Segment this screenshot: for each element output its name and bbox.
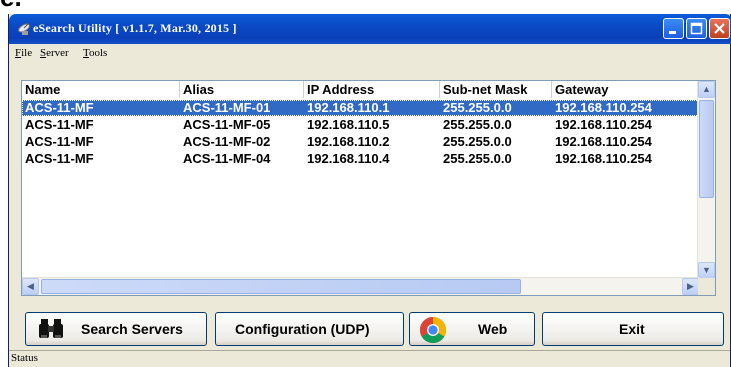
cell-name: ACS-11-MF [25, 100, 94, 115]
list-header: Name Alias IP Address Sub-net Mask Gatew… [22, 81, 699, 98]
menu-server[interactable]: Server [40, 47, 69, 59]
search-servers-label: Search Servers [81, 321, 183, 337]
chevron-down-icon: ▼ [702, 265, 711, 275]
cell-subnet-mask: 255.255.0.0 [443, 134, 512, 149]
column-header-alias[interactable]: Alias [180, 81, 304, 98]
scroll-down-button[interactable]: ▼ [698, 262, 715, 279]
vertical-scroll-thumb[interactable] [699, 100, 714, 198]
exit-button[interactable]: Exit [542, 312, 724, 346]
chevron-right-icon: ▶ [687, 281, 694, 291]
cell-name: ACS-11-MF [25, 151, 94, 166]
cropped-heading-fragment: e. [0, 0, 22, 10]
cell-ip-address: 192.168.110.1 [307, 100, 390, 115]
column-header-ip-address[interactable]: IP Address [304, 81, 440, 98]
menu-bar: File Server Tools [9, 44, 730, 64]
configuration-udp-button[interactable]: Configuration (UDP) [215, 312, 404, 346]
scroll-right-button[interactable]: ▶ [682, 278, 699, 295]
scrollbar-corner [698, 278, 715, 295]
search-servers-button[interactable]: Search Servers [25, 312, 207, 346]
cell-ip-address: 192.168.110.4 [307, 151, 390, 166]
column-header-name[interactable]: Name [22, 81, 180, 98]
title-bar[interactable]: eSearch Utility [ v1.1.7, Mar.30, 2015 ] [9, 14, 731, 44]
cell-alias: ACS-11-MF-04 [183, 151, 271, 166]
table-row[interactable]: ACS-11-MF ACS-11-MF-04 192.168.110.4 255… [22, 151, 699, 167]
close-button[interactable] [709, 18, 730, 39]
column-header-gateway[interactable]: Gateway [552, 81, 699, 98]
esearch-window: eSearch Utility [ v1.1.7, Mar.30, 2015 ]… [8, 14, 731, 367]
configuration-udp-label: Configuration (UDP) [235, 321, 370, 337]
minimize-button[interactable] [663, 18, 684, 39]
cell-subnet-mask: 255.255.0.0 [443, 151, 512, 166]
server-list[interactable]: Name Alias IP Address Sub-net Mask Gatew… [21, 80, 716, 296]
satellite-dish-icon [18, 22, 30, 35]
cell-alias: ACS-11-MF-02 [183, 134, 271, 149]
table-row[interactable]: ACS-11-MF ACS-11-MF-05 192.168.110.5 255… [22, 117, 699, 133]
table-row[interactable]: ACS-11-MF ACS-11-MF-02 192.168.110.2 255… [22, 134, 699, 150]
window-title: eSearch Utility [ v1.1.7, Mar.30, 2015 ] [33, 21, 237, 35]
cell-subnet-mask: 255.255.0.0 [443, 100, 512, 115]
cell-alias: ACS-11-MF-05 [183, 117, 271, 132]
menu-tools[interactable]: Tools [83, 47, 107, 59]
column-header-subnet-mask[interactable]: Sub-net Mask [440, 81, 552, 98]
maximize-button[interactable] [686, 18, 707, 39]
scroll-up-button[interactable]: ▲ [698, 81, 715, 98]
exit-label: Exit [619, 321, 645, 337]
status-bar: Status [9, 350, 730, 367]
scroll-left-button[interactable]: ◀ [22, 278, 39, 295]
web-label: Web [478, 321, 508, 337]
close-icon [714, 23, 725, 34]
horizontal-scrollbar[interactable]: ◀ ▶ [22, 277, 699, 295]
status-text: Status [11, 352, 38, 364]
maximize-icon [690, 22, 703, 35]
cell-name: ACS-11-MF [25, 117, 94, 132]
cell-ip-address: 192.168.110.2 [307, 134, 390, 149]
chevron-up-icon: ▲ [702, 84, 711, 94]
cell-gateway: 192.168.110.254 [555, 100, 652, 115]
chevron-left-icon: ◀ [27, 281, 34, 291]
cell-name: ACS-11-MF [25, 134, 94, 149]
cell-gateway: 192.168.110.254 [555, 134, 652, 149]
menu-file[interactable]: File [15, 47, 32, 59]
cell-gateway: 192.168.110.254 [555, 151, 652, 166]
vertical-scrollbar[interactable]: ▲ ▼ [697, 81, 715, 279]
web-button[interactable]: Web [409, 312, 535, 346]
cell-alias: ACS-11-MF-01 [183, 100, 271, 115]
cell-ip-address: 192.168.110.5 [307, 117, 390, 132]
cell-gateway: 192.168.110.254 [555, 117, 652, 132]
minimize-icon [669, 31, 676, 34]
binoculars-icon [39, 319, 63, 338]
cell-subnet-mask: 255.255.0.0 [443, 117, 512, 132]
chrome-browser-icon [419, 316, 447, 344]
table-row[interactable]: ACS-11-MF ACS-11-MF-01 192.168.110.1 255… [22, 100, 699, 116]
horizontal-scroll-thumb[interactable] [41, 279, 521, 294]
